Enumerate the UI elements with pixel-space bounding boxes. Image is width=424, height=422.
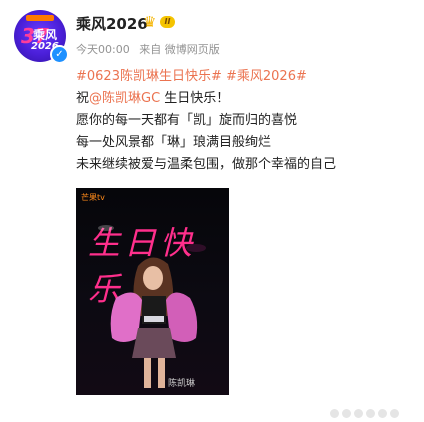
post-line-1-prefix: 祝	[76, 91, 90, 106]
poster-signature: 陈凯琳	[168, 379, 196, 389]
post-line-2: 愿你的每一天都有「凯」旋而归的喜悦	[76, 113, 298, 128]
vip-level: II	[160, 16, 175, 28]
post-line-3: 每一处风景都「琳」琅满目般绚烂	[76, 135, 272, 150]
vip-badge[interactable]: ♛ II	[143, 12, 175, 32]
post-line-1: 祝@陈凯琳GC 生日快乐！	[76, 88, 336, 110]
post-line-1-suffix: 生日快乐！	[160, 91, 230, 106]
avatar-badge-strip	[26, 15, 54, 21]
post-source: 来自 微博网页版	[139, 43, 220, 56]
watermark-dots	[330, 403, 414, 418]
crown-icon: ♛	[143, 13, 157, 31]
username[interactable]: 乘风2026	[76, 13, 148, 34]
mention-link[interactable]: @陈凯琳GC	[89, 91, 160, 106]
post-time[interactable]: 今天00:00	[76, 43, 130, 56]
post-image[interactable]: 芒果tv 生日快乐 陈凯琳	[76, 188, 229, 395]
post-content: #0623陈凯琳生日快乐# #乘风2026# 祝@陈凯琳GC 生日快乐！ 愿你的…	[76, 66, 336, 176]
portrait-illustration	[98, 225, 206, 388]
verified-icon: ✓	[50, 45, 69, 64]
topic-links[interactable]: #0623陈凯琳生日快乐# #乘风2026#	[76, 66, 336, 88]
post-meta: 今天00:00 来自 微博网页版	[76, 41, 226, 57]
post-line-4: 未来继续被爱与温柔包围，做那个幸福的自己	[76, 157, 337, 172]
